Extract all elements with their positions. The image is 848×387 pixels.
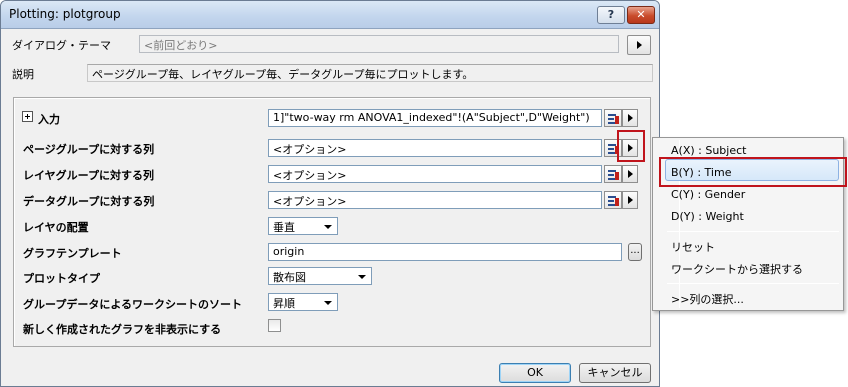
layer-group-label: レイヤグループに対する列 <box>23 169 155 182</box>
page-group-field[interactable]: <オプション> <box>268 139 602 157</box>
chevron-down-icon <box>358 275 366 279</box>
theme-field[interactable]: <前回どおり> <box>139 35 619 53</box>
menu-separator <box>667 283 839 284</box>
hide-new-graph-label: 新しく作成されたグラフを非表示にする <box>23 323 222 336</box>
menu-item-column-c[interactable]: C(Y) : Gender <box>671 188 745 201</box>
sort-label: グループデータによるワークシートのソート <box>23 298 243 311</box>
annotation-highlight-arrow <box>617 130 645 162</box>
play-arrow-icon <box>628 196 633 204</box>
theme-label: ダイアログ・テーマ <box>12 39 111 52</box>
plot-type-value: 散布図 <box>273 271 306 284</box>
help-button[interactable]: ? <box>597 6 625 24</box>
range-select-icon[interactable] <box>604 191 622 209</box>
browse-button[interactable]: ... <box>628 243 642 261</box>
input-range-field[interactable]: 1]"two-way rm ANOVA1_indexed"!(A"Subject… <box>268 109 602 127</box>
ok-button[interactable]: OK <box>499 363 571 383</box>
range-select-icon[interactable] <box>604 109 622 127</box>
menu-item-column-browser[interactable]: >>列の選択... <box>671 291 744 307</box>
graph-template-label: グラフテンプレート <box>23 247 122 260</box>
chevron-down-icon <box>324 225 332 229</box>
data-group-menu-button[interactable] <box>622 191 638 209</box>
menu-item-select-from-worksheet[interactable]: ワークシートから選択する <box>671 261 803 277</box>
description-text: ページグループ毎、レイヤグループ毎、データグループ毎にプロットします。 <box>87 64 653 82</box>
description-label: 説明 <box>12 68 34 81</box>
layer-group-field[interactable]: <オプション> <box>268 165 602 183</box>
menu-item-column-d[interactable]: D(Y) : Weight <box>671 210 744 223</box>
menu-item-reset[interactable]: リセット <box>671 239 715 255</box>
annotation-highlight-menu-item <box>659 157 847 187</box>
hide-new-graph-checkbox[interactable] <box>268 319 281 332</box>
layer-arrange-select[interactable]: 垂直 <box>268 217 338 235</box>
sort-select[interactable]: 昇順 <box>268 293 338 311</box>
input-menu-button[interactable] <box>622 109 638 127</box>
input-label: 入力 <box>38 113 60 126</box>
theme-menu-button[interactable] <box>627 35 651 55</box>
data-group-label: データグループに対する列 <box>23 195 155 208</box>
menu-separator <box>667 231 839 232</box>
play-arrow-icon <box>628 170 633 178</box>
close-button[interactable]: ✕ <box>627 6 655 24</box>
graph-template-field[interactable]: origin <box>268 243 622 261</box>
menu-item-column-a[interactable]: A(X) : Subject <box>671 144 746 157</box>
plotgroup-dialog: Plotting: plotgroup ? ✕ ダイアログ・テーマ <前回どおり… <box>0 0 660 387</box>
play-arrow-icon <box>628 114 633 122</box>
play-arrow-icon <box>637 41 642 49</box>
range-select-icon[interactable] <box>604 165 622 183</box>
plot-type-label: プロットタイプ <box>23 272 100 285</box>
expand-icon[interactable] <box>22 111 33 122</box>
layer-arrange-value: 垂直 <box>273 221 295 234</box>
layer-group-menu-button[interactable] <box>622 165 638 183</box>
page-group-label: ページグループに対する列 <box>23 143 155 156</box>
cancel-button[interactable]: キャンセル <box>579 363 651 383</box>
plot-type-select[interactable]: 散布図 <box>268 267 372 285</box>
data-group-field[interactable]: <オプション> <box>268 191 602 209</box>
chevron-down-icon <box>324 301 332 305</box>
sort-value: 昇順 <box>273 297 295 310</box>
layer-arrange-label: レイヤの配置 <box>23 221 89 234</box>
title-bar[interactable]: Plotting: plotgroup ? ✕ <box>1 1 659 29</box>
window-title: Plotting: plotgroup <box>9 7 121 21</box>
